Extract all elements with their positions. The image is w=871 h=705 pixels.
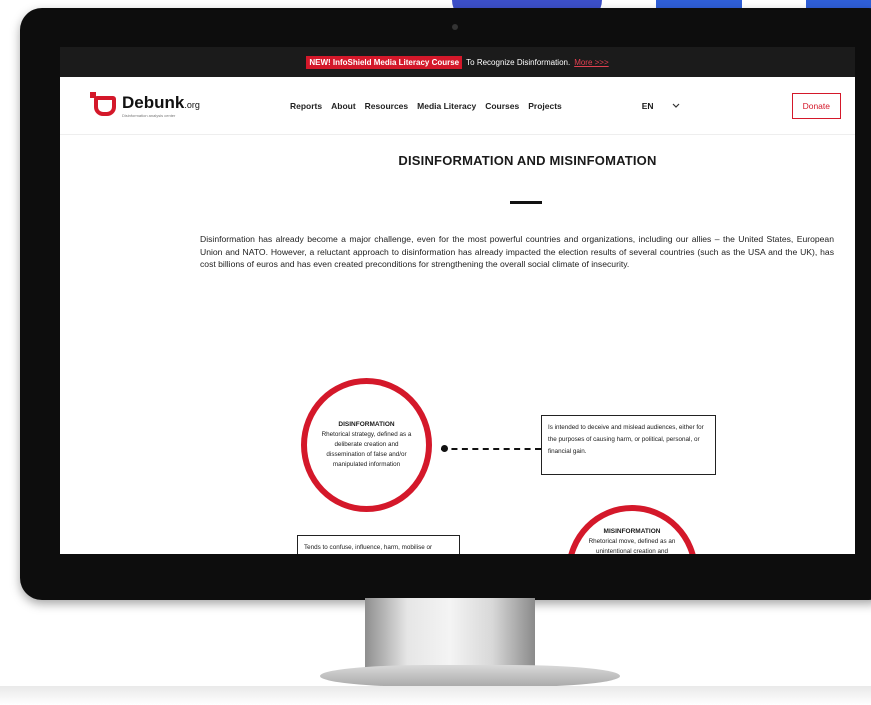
disinformation-circle: DISINFORMATION Rhetorical strategy, defi… [301,378,432,512]
intro-paragraph: Disinformation has already become a majo… [200,234,834,269]
logo-icon [90,91,116,116]
main-content: DISINFORMATION AND MISINFOMATION Disinfo… [60,135,855,554]
main-nav: Reports About Resources Media Literacy C… [290,101,562,111]
logo-name: Debunk.org [122,93,200,113]
donate-button[interactable]: Donate [791,92,841,119]
announcement-text: To Recognize Disinformation. [466,57,571,67]
disinformation-box: Is intended to deceive and mislead audie… [541,415,716,475]
title-underline [510,201,542,204]
connector-dot [441,445,448,452]
announcement-highlight[interactable]: NEW! InfoShield Media Literacy Course [306,55,463,69]
misinformation-box: Tends to confuse, influence, harm, mobil… [297,535,460,554]
announcement-bar: NEW! InfoShield Media Literacy Course To… [60,47,855,77]
announcement-more-link[interactable]: More >>> [574,58,608,67]
site-logo[interactable]: Debunk.org Disinformation analysis cente… [90,91,290,118]
monitor-stand-base [320,665,620,687]
chevron-down-icon [672,103,680,108]
page-title: DISINFORMATION AND MISINFOMATION [398,153,657,168]
camera-icon [452,24,458,30]
language-selector[interactable]: EN [642,101,680,111]
nav-item-projects[interactable]: Projects [528,101,562,111]
nav-item-media-literacy[interactable]: Media Literacy [417,101,476,111]
language-label: EN [641,100,654,111]
misinformation-circle: MISINFORMATION Rhetorical move, defined … [566,505,698,554]
nav-item-reports[interactable]: Reports [290,101,322,111]
nav-item-about[interactable]: About [331,101,356,111]
misinformation-title: MISINFORMATION [603,528,661,535]
monitor-stand-neck [365,598,535,670]
logo-text: Debunk.org Disinformation analysis cente… [122,93,200,118]
dashed-connector [441,448,541,450]
logo-tagline: Disinformation analysis center [122,113,176,118]
monitor-screen: NEW! InfoShield Media Literacy Course To… [60,47,855,554]
floor-shadow [0,686,871,705]
nav-item-courses[interactable]: Courses [485,101,519,111]
site-header: Debunk.org Disinformation analysis cente… [60,77,855,135]
logo-name-suffix: .org [184,100,200,110]
logo-name-main: Debunk [122,93,185,112]
disinformation-title: DISINFORMATION [338,421,395,428]
nav-item-resources[interactable]: Resources [365,101,408,111]
disinformation-definition: Rhetorical strategy, defined as a delibe… [321,431,412,468]
misinformation-definition: Rhetorical move, defined as an unintenti… [588,538,676,554]
